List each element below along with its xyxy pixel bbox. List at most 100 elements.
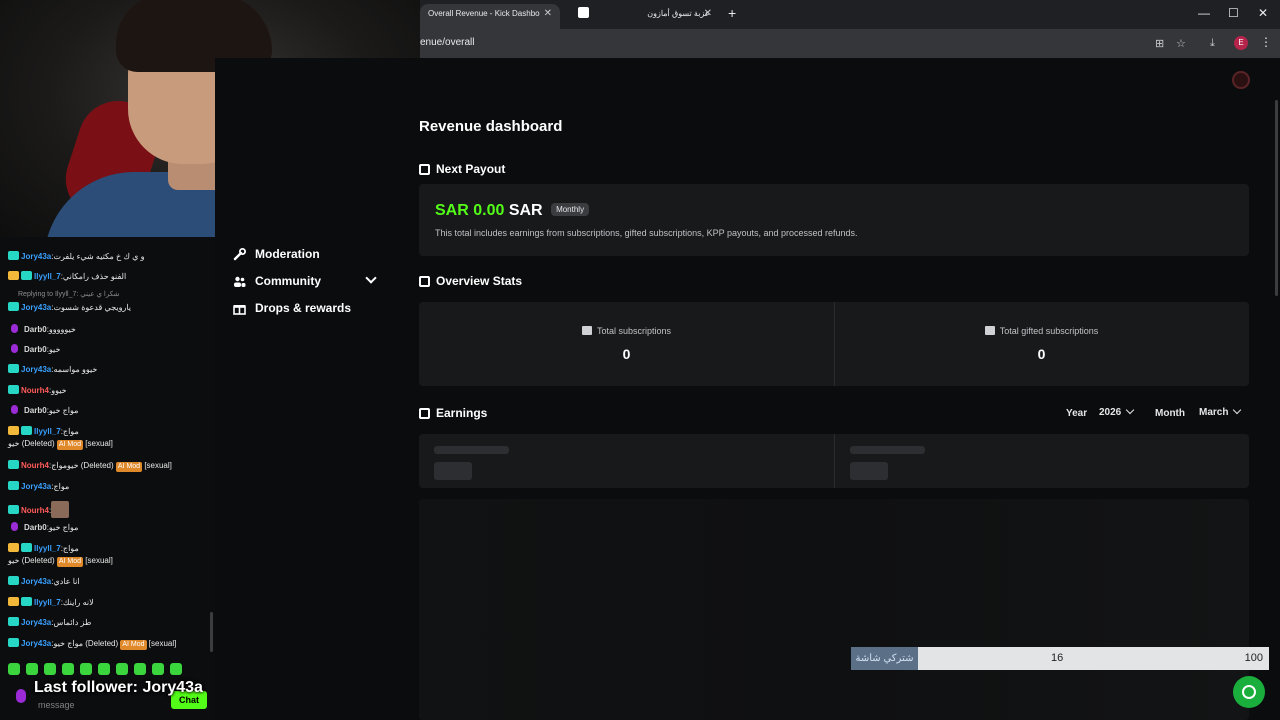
chat-username[interactable]: Jory43a [21, 252, 51, 261]
month-select[interactable]: March [1191, 402, 1249, 424]
browser-tab[interactable]: عزبة تسوق أمازون ✕ [570, 4, 720, 29]
emote-icon[interactable] [80, 663, 92, 675]
chat-message-text: الفنو حذف رامكاني [62, 272, 127, 281]
chat-message-text: خيوو مواسمه [53, 365, 98, 374]
emote-icon[interactable] [62, 663, 74, 675]
teal-badge-icon [21, 426, 32, 435]
chat-message-text: يارويجي قدعوة شسوت [53, 303, 132, 312]
chat-username[interactable]: Jory43a [21, 618, 51, 627]
chevron-down-icon[interactable] [365, 272, 377, 284]
stat-label: Total subscriptions [596, 326, 672, 336]
chat-panel: Jory43a:و ي ك خ مكتيه شيء يلفرت Ilyyll_7:… [0, 237, 215, 720]
mic-badge-icon [11, 324, 18, 333]
chat-message: خيو (Deleted) AI Mod [sexual] [8, 439, 113, 450]
sidebar-item-community[interactable]: Community [233, 274, 321, 288]
stat-value: 0 [622, 346, 631, 362]
chat-message-text: خيو (Deleted) [8, 439, 55, 448]
chat-username[interactable]: Ilyyll_7 [34, 427, 61, 436]
download-icon[interactable]: ⤓ [1210, 37, 1215, 50]
wallet-icon [419, 163, 430, 175]
chevron-down-icon [1233, 405, 1242, 415]
earnings-chart-icon [419, 407, 430, 419]
emote-icon[interactable] [98, 663, 110, 675]
mic-badge-icon [11, 522, 18, 531]
help-chat-button[interactable] [1233, 676, 1265, 708]
sidebar-item-moderation[interactable]: Moderation [233, 247, 320, 261]
chat-username[interactable]: Darb0 [24, 406, 47, 415]
chat-username[interactable]: Nourh4 [21, 506, 49, 515]
chat-username[interactable]: Ilyyll_7 [34, 272, 61, 281]
chat-message-text: خيووووو [48, 325, 76, 334]
minimize-icon[interactable]: — [1198, 6, 1210, 20]
teal-badge-icon [21, 597, 32, 606]
year-select[interactable]: 2026 [1091, 402, 1143, 424]
emote-icon[interactable] [26, 663, 38, 675]
chat-scrollbar[interactable] [210, 612, 213, 652]
new-tab-icon[interactable]: + [728, 5, 736, 21]
chat-username[interactable]: Darb0 [24, 523, 47, 532]
browser-tab-active[interactable]: Overall Revenue - Kick Dashbo ✕ [420, 4, 560, 29]
chat-message-text: مواج خيو [48, 523, 79, 532]
stats-icon [419, 275, 430, 287]
tab-title: عزبة تسوق أمازون [647, 9, 710, 18]
stat-total-subscriptions: Total subscriptions 0 [419, 302, 834, 386]
goal-max: 100 [1244, 652, 1263, 664]
chat-username[interactable]: Darb0 [24, 325, 47, 334]
bar-chart-icon [984, 326, 995, 335]
gold-badge-icon [8, 597, 19, 606]
close-tab-icon[interactable]: ✕ [544, 4, 552, 24]
chat-username[interactable]: Nourh4 [21, 461, 49, 470]
chat-input[interactable]: message [38, 700, 75, 710]
page-scrollbar[interactable] [1275, 100, 1278, 296]
translate-icon[interactable]: ⊞ [1155, 37, 1164, 50]
payout-note: This total includes earnings from subscr… [435, 228, 858, 238]
maximize-icon[interactable]: ☐ [1228, 6, 1239, 20]
chat-username[interactable]: Jory43a [21, 577, 51, 586]
payout-frequency-badge: Monthly [551, 203, 590, 216]
gold-badge-icon [8, 426, 19, 435]
url-field[interactable]: enue/overall [420, 37, 474, 48]
section-heading-text: Earnings [436, 406, 488, 420]
kick-logo-icon[interactable] [1232, 71, 1250, 89]
chat-username[interactable]: Ilyyll_7 [34, 544, 61, 553]
bookmark-star-icon[interactable]: ☆ [1176, 37, 1186, 50]
chat-username[interactable]: Jory43a [21, 482, 51, 491]
tab-favicon-icon [578, 7, 589, 18]
loading-skeleton [434, 462, 472, 480]
earnings-heading: Earnings [419, 406, 487, 420]
emote-icon[interactable] [44, 663, 56, 675]
profile-avatar[interactable]: E [1234, 36, 1248, 50]
chat-message: Jory43a:خيوو مواسمه [8, 364, 97, 375]
microphone-icon[interactable] [16, 689, 26, 703]
sidebar-item-label: Moderation [255, 247, 320, 261]
chat-message-text: انا عادي [53, 577, 80, 586]
moderation-flag: [sexual] [85, 439, 113, 448]
section-heading-text: Overview Stats [436, 274, 523, 288]
chat-username[interactable]: Jory43a [21, 303, 51, 312]
close-window-icon[interactable]: ✕ [1258, 6, 1268, 20]
chat-username[interactable]: Nourh4 [21, 386, 49, 395]
emote-icon[interactable] [134, 663, 146, 675]
mic-badge-icon [11, 405, 18, 414]
teal-badge-icon [8, 302, 19, 311]
chat-username[interactable]: Darb0 [24, 345, 47, 354]
emote-icon[interactable] [170, 663, 182, 675]
close-tab-icon[interactable]: ✕ [704, 4, 712, 24]
year-select-value: 2026 [1099, 407, 1122, 418]
browser-menu-icon[interactable]: ⋮ [1260, 35, 1272, 49]
chat-username[interactable]: Ilyyll_7 [34, 598, 61, 607]
chat-username[interactable]: Jory43a [21, 639, 51, 648]
emote-icon[interactable] [8, 663, 20, 675]
teal-badge-icon [8, 251, 19, 260]
emote-icon[interactable] [152, 663, 164, 675]
ai-mod-tag: AI Mod [56, 557, 84, 567]
teal-badge-icon [8, 364, 19, 373]
teal-badge-icon [21, 271, 32, 280]
chevron-down-icon [1126, 405, 1135, 415]
ai-mod-tag: AI Mod [56, 440, 84, 450]
sidebar-item-drops-rewards[interactable]: Drops & rewards [233, 301, 351, 315]
month-select-value: March [1199, 407, 1229, 418]
chat-message-text: و ي ك خ مكتيه شيء يلفرت [53, 252, 145, 261]
emote-icon[interactable] [116, 663, 128, 675]
chat-username[interactable]: Jory43a [21, 365, 51, 374]
